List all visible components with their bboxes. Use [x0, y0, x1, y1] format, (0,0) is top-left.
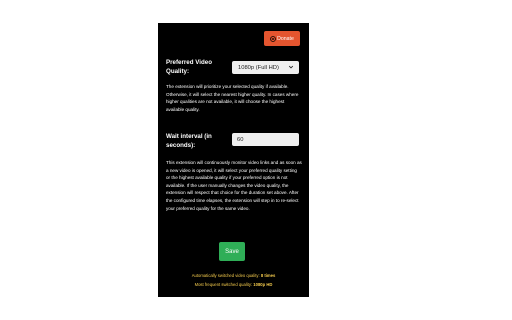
quality-select[interactable]: 1080p (Full HD) [232, 61, 299, 74]
wait-interval-description: This extension will continuously monitor… [166, 160, 302, 211]
donate-button[interactable]: Donate [264, 31, 300, 46]
wait-interval-label-line1: Wait interval (in [166, 133, 212, 140]
quality-select-value: 1080p (Full HD) [238, 64, 279, 71]
frequent-quality-label: Most frequent switched quality: [194, 282, 253, 287]
wait-interval-input[interactable] [232, 133, 299, 146]
donate-label: Donate [277, 35, 294, 42]
preferred-quality-label-line2: Quality: [166, 68, 190, 75]
frequent-quality-stat: Most frequent switched quality: 1080p HD [158, 281, 309, 289]
wait-interval-label: Wait interval (in seconds): [166, 132, 228, 150]
coin-icon [270, 35, 277, 42]
extension-popup: Donate Preferred Video Quality: 1080p (F… [158, 23, 309, 297]
wait-interval-label-line2: seconds): [166, 142, 196, 149]
preferred-quality-label-line1: Preferred Video [166, 59, 212, 66]
switched-count-stat: Automatically switched video quality: 8 … [158, 272, 309, 280]
frequent-quality-value: 1080p HD [253, 282, 273, 287]
switched-count-value: 8 times [260, 273, 276, 278]
preferred-quality-label: Preferred Video Quality: [166, 58, 228, 76]
save-button[interactable]: Save [219, 242, 245, 261]
switched-count-label: Automatically switched video quality: [191, 273, 260, 278]
chevron-down-icon [288, 64, 294, 70]
preferred-quality-description: The extension will prioritize your selec… [166, 84, 299, 112]
